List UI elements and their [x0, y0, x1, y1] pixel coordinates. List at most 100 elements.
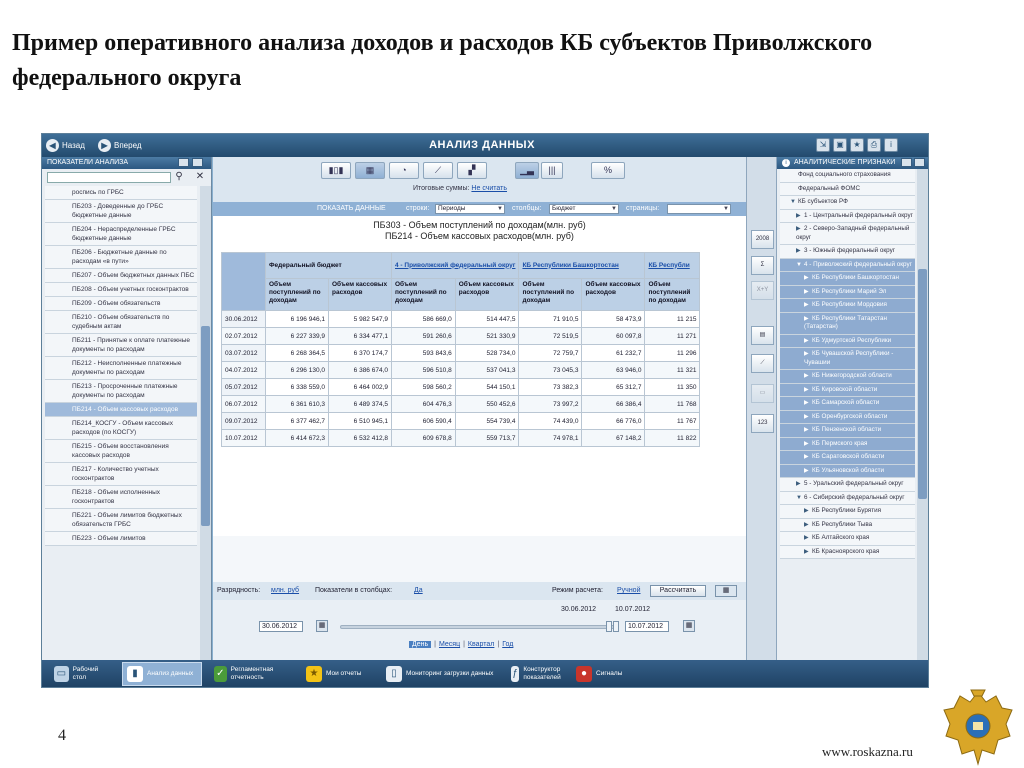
attribute-tree-item[interactable]: ▶ КБ Нижегородской области: [780, 370, 915, 384]
attribute-tree-item[interactable]: ▶ КБ Республики Башкортостан: [780, 272, 915, 286]
indicator-item[interactable]: ПБ203 - Доведенные до ГРБС бюджетные дан…: [45, 200, 197, 223]
collapsed-triangle-icon[interactable]: ▶: [804, 521, 812, 530]
period-option[interactable]: Квартал: [468, 641, 494, 648]
table-row[interactable]: 04.07.2012 6 296 130,0 6 386 674,0 596 510,…: [221, 361, 701, 379]
attribute-tree-item[interactable]: Федеральный ФОМС: [780, 182, 915, 196]
table-row[interactable]: 30.06.2012 6 196 946,1 5 982 547,9 586 669,…: [221, 310, 701, 328]
date-range-slider[interactable]: [340, 625, 615, 629]
table-row[interactable]: 03.07.2012 6 268 364,5 6 370 174,7 593 843,…: [221, 344, 701, 362]
swap-icon[interactable]: [192, 158, 203, 167]
indicator-item[interactable]: ПБ221 - Объем лимитов бюджетных обязател…: [45, 509, 197, 532]
attribute-tree-item[interactable]: ▶ КБ Республики Бурятия: [780, 505, 915, 519]
years-icon[interactable]: 2008: [751, 230, 774, 249]
expanded-triangle-icon[interactable]: ▼: [796, 494, 804, 503]
cols-indicators-link[interactable]: Да: [414, 587, 423, 594]
collapsed-triangle-icon[interactable]: ▶: [804, 288, 812, 297]
forward-button[interactable]: ▶ Вперед: [98, 138, 142, 153]
attribute-tree-item[interactable]: ▼ 6 - Сибирский федеральный округ: [780, 491, 915, 505]
attribute-tree-item[interactable]: ▶ КБ Самарской области: [780, 397, 915, 411]
table-row[interactable]: 09.07.2012 6 377 462,7 6 510 945,1 606 590,…: [221, 412, 701, 430]
attribute-tree-item[interactable]: Фонд социального страхования: [780, 169, 915, 183]
attribute-tree-item[interactable]: ▶ КБ Алтайского края: [780, 532, 915, 546]
period-option[interactable]: День: [409, 641, 432, 648]
period-option[interactable]: Месяц: [439, 641, 460, 648]
collapsed-triangle-icon[interactable]: ▶: [804, 386, 812, 395]
rows-select[interactable]: Периоды ▼: [435, 204, 505, 214]
formula-icon[interactable]: Σ: [751, 256, 774, 275]
attribute-tree-item[interactable]: ▶ 2 - Северо-Западный федеральный округ: [780, 223, 915, 245]
attributes-tree-scrollbar[interactable]: [917, 169, 928, 660]
indicator-item[interactable]: ПБ210 - Объем обязательств по судебным а…: [45, 311, 197, 334]
taskbar-item[interactable]: ▭ Рабочий стол: [50, 662, 114, 686]
pie-chart-icon[interactable]: ◔: [389, 162, 419, 179]
attribute-tree-item[interactable]: ▶ КБ Саратовской области: [780, 451, 915, 465]
slider-handle-end[interactable]: [613, 621, 619, 632]
collapsed-triangle-icon[interactable]: ▶: [804, 350, 812, 359]
collapsed-triangle-icon[interactable]: ▶: [804, 301, 812, 310]
variable-icon[interactable]: X+Y: [751, 281, 774, 300]
grid-column-header[interactable]: Объем поступлений по доходам: [391, 278, 456, 311]
expanded-triangle-icon[interactable]: ▼: [790, 198, 798, 207]
taskbar-item[interactable]: ƒ Конструктор показателей: [507, 662, 567, 686]
collapsed-triangle-icon[interactable]: ▶: [796, 225, 804, 234]
indicator-item[interactable]: ПБ209 - Объем обязательств: [45, 297, 197, 311]
cols-select[interactable]: Бюджет ▼: [549, 204, 619, 214]
indicator-item[interactable]: ПБ217 - Количество учетных госконтрактов: [45, 463, 197, 486]
print-icon[interactable]: ⎙: [867, 138, 881, 152]
attribute-tree-item[interactable]: ▶ КБ Удмуртской Республики: [780, 334, 915, 348]
grid-group-header-link[interactable]: 4 - Приволжский федеральный округ: [395, 262, 515, 269]
map-icon[interactable]: ▞: [457, 162, 487, 179]
pages-select[interactable]: ▼: [667, 204, 731, 214]
attribute-tree-item[interactable]: ▶ КБ Республики Марий Эл: [780, 285, 915, 299]
table-row[interactable]: 05.07.2012 6 338 559,0 6 464 002,9 598 560,…: [221, 378, 701, 396]
taskbar-item[interactable]: ● Сигналы: [572, 662, 628, 686]
attribute-tree-item[interactable]: ▶ КБ Чувашской Республики - Чувашии: [780, 348, 915, 370]
collapsed-triangle-icon[interactable]: ▶: [804, 440, 812, 449]
search-icon[interactable]: ⚲: [173, 171, 185, 183]
indicator-item[interactable]: ПБ223 - Объем лимитов: [45, 532, 197, 546]
precision-link[interactable]: млн. руб: [271, 587, 299, 594]
grid-group-header-link[interactable]: КБ Республи: [648, 262, 689, 269]
attribute-tree-item[interactable]: ▶ 5 - Уральский федеральный округ: [780, 478, 915, 492]
grid-group-header[interactable]: КБ Республики Башкортостан: [518, 252, 646, 279]
collapsed-triangle-icon[interactable]: ▶: [804, 507, 812, 516]
attribute-tree-item[interactable]: ▶ 1 - Центральный федеральный округ: [780, 209, 915, 223]
period-option[interactable]: Год: [502, 641, 513, 648]
calendar-icon[interactable]: ▦: [316, 620, 328, 632]
collapsed-triangle-icon[interactable]: ▶: [804, 315, 812, 324]
collapsed-triangle-icon[interactable]: ▶: [804, 337, 812, 346]
trend-icon[interactable]: ⟋: [751, 354, 774, 373]
date-from-input[interactable]: 30.06.2012: [259, 621, 303, 632]
collapsed-triangle-icon[interactable]: ▶: [804, 426, 812, 435]
indicator-item[interactable]: ПБ207 - Объем бюджетных данных ПБС: [45, 269, 197, 283]
grid-group-header[interactable]: 4 - Приволжский федеральный округ: [390, 252, 520, 279]
website-link[interactable]: www.roskazna.ru: [822, 744, 913, 760]
table-row[interactable]: 02.07.2012 6 227 339,9 6 334 477,1 591 260,…: [221, 327, 701, 345]
attribute-tree-item[interactable]: ▶ 3 - Южный федеральный округ: [780, 245, 915, 259]
taskbar-item[interactable]: ▯ Мониторинг загрузки данных: [382, 662, 500, 686]
slider-handle-start[interactable]: [606, 621, 612, 632]
grid-column-header[interactable]: Объем поступлений по доходам: [644, 278, 701, 311]
indicator-item[interactable]: ПБ211 - Принятые к оплате платежные доку…: [45, 334, 197, 357]
attribute-tree-item[interactable]: ▶ КБ Кировской области: [780, 383, 915, 397]
collapsed-triangle-icon[interactable]: ▶: [796, 247, 804, 256]
totals-link[interactable]: Не считать: [471, 185, 507, 192]
percent-button[interactable]: %: [591, 162, 625, 179]
attribute-tree-item[interactable]: ▶ КБ Пензенской области: [780, 424, 915, 438]
grid-group-header-link[interactable]: КБ Республики Башкортостан: [522, 262, 618, 269]
attribute-tree-item[interactable]: ▶ КБ Пермского края: [780, 437, 915, 451]
info-icon[interactable]: i: [884, 138, 898, 152]
matrix-icon[interactable]: ▤: [751, 326, 774, 345]
grid-group-header[interactable]: КБ Республи: [644, 252, 701, 279]
collapsed-triangle-icon[interactable]: ▶: [804, 453, 812, 462]
attribute-tree-item[interactable]: ▶ КБ Красноярского края: [780, 545, 915, 559]
indicator-item[interactable]: роспись по ГРБС: [45, 186, 197, 200]
attribute-tree-item[interactable]: ▼ КБ субъектов РФ: [780, 196, 915, 210]
attribute-tree-item[interactable]: ▶ КБ Республики Тыва: [780, 518, 915, 532]
attribute-tree-item[interactable]: ▶ КБ Ульяновской области: [780, 464, 915, 478]
collapsed-triangle-icon[interactable]: ▶: [796, 212, 804, 221]
indicator-item[interactable]: ПБ206 - Бюджетные данные по расходам «в …: [45, 246, 197, 269]
expanded-triangle-icon[interactable]: ▼: [796, 261, 804, 270]
indicator-item[interactable]: ПБ218 - Объем исполненных госконтрактов: [45, 486, 197, 509]
save-icon[interactable]: ▣: [833, 138, 847, 152]
